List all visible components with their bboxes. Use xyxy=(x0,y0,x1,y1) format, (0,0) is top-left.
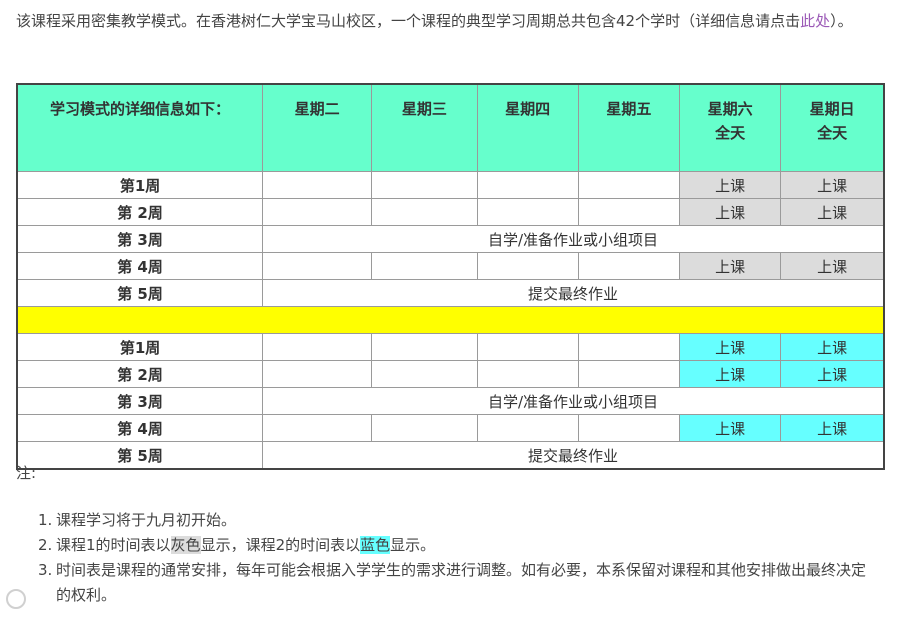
note-text: 课程学习将于九月初开始。 xyxy=(56,511,237,529)
cyan-highlight: 蓝色 xyxy=(360,536,391,554)
details-link[interactable]: 此处 xyxy=(800,12,830,30)
empty-cell xyxy=(371,252,478,280)
table-row: 第 5周 提交最终作业 xyxy=(16,279,885,307)
table-row: 第 5周 提交最终作业 xyxy=(16,441,885,470)
empty-cell xyxy=(371,360,478,388)
class-cell: 上课 xyxy=(678,333,782,361)
header-wednesday: 星期三 xyxy=(371,83,478,172)
class-cell: 上课 xyxy=(780,360,885,388)
note-text-part: 显示。 xyxy=(390,536,436,554)
table-row: 第 4周 上课 上课 xyxy=(16,414,885,442)
empty-cell xyxy=(262,414,373,442)
table-row: 第1周 上课 上课 xyxy=(16,171,885,199)
empty-cell xyxy=(476,360,579,388)
class-cell: 上课 xyxy=(678,198,782,226)
class-cell: 上课 xyxy=(678,360,782,388)
header-sunday-fullday: 全天 xyxy=(817,124,848,142)
table-row: 第 2周 上课 上课 xyxy=(16,198,885,226)
header-saturday-day: 星期六 xyxy=(707,100,753,118)
empty-cell xyxy=(262,171,373,199)
header-sunday-day: 星期日 xyxy=(809,100,855,118)
class-cell: 上课 xyxy=(678,252,782,280)
week-label: 第 4周 xyxy=(16,252,264,280)
header-saturday: 星期六 全天 xyxy=(678,83,782,172)
empty-cell xyxy=(262,360,373,388)
header-tuesday: 星期二 xyxy=(262,83,373,172)
watermark-logo xyxy=(6,588,30,609)
intro-suffix: ）。 xyxy=(830,12,853,30)
empty-cell xyxy=(262,333,373,361)
note-text-part: 显示，课程2的时间表以 xyxy=(200,536,361,554)
table-row: 第 4周 上课 上课 xyxy=(16,252,885,280)
list-item: 3. 时间表是课程的通常安排，每年可能会根据入学学生的需求进行调整。如有必要，本… xyxy=(16,558,876,608)
final-assignment-cell: 提交最终作业 xyxy=(262,441,885,470)
self-study-cell: 自学/准备作业或小组项目 xyxy=(262,225,885,253)
empty-cell xyxy=(577,333,680,361)
list-item: 2. 课程1的时间表以灰色显示，课程2的时间表以蓝色显示。 xyxy=(16,533,876,558)
week-label: 第 4周 xyxy=(16,414,264,442)
empty-cell xyxy=(577,198,680,226)
table-header-row: 学习模式的详细信息如下： 星期二 星期三 星期四 星期五 星期六全天 星期日全天 xyxy=(16,83,885,172)
notes-label: 注: xyxy=(16,464,37,482)
schedule-table: 学习模式的详细信息如下： 星期二 星期三 星期四 星期五 星期六全天 星期日全天… xyxy=(16,83,885,470)
class-cell: 上课 xyxy=(780,171,885,199)
week-label: 第 5周 xyxy=(16,279,264,307)
gray-highlight: 灰色 xyxy=(170,536,201,554)
header-thursday: 星期四 xyxy=(476,83,579,172)
empty-cell xyxy=(476,414,579,442)
header-friday: 星期五 xyxy=(577,83,680,172)
table-row: 第1周 上课 上课 xyxy=(16,333,885,361)
empty-cell xyxy=(577,171,680,199)
empty-cell xyxy=(262,198,373,226)
note-text: 时间表是课程的通常安排，每年可能会根据入学学生的需求进行调整。如有必要，本系保留… xyxy=(56,561,867,604)
week-label: 第 5周 xyxy=(16,441,264,470)
empty-cell xyxy=(371,333,478,361)
note-number: 3. xyxy=(38,561,53,579)
week-label: 第 3周 xyxy=(16,387,264,415)
intro-paragraph: 该课程采用密集教学模式。在香港树仁大学宝马山校区，一个课程的典型学习周期总共包含… xyxy=(16,8,884,34)
self-study-cell: 自学/准备作业或小组项目 xyxy=(262,387,885,415)
list-item: 1. 课程学习将于九月初开始。 xyxy=(16,508,876,533)
note-number: 2. xyxy=(38,536,53,554)
watermark-icon xyxy=(6,588,26,609)
class-cell: 上课 xyxy=(780,333,885,361)
empty-cell xyxy=(577,414,680,442)
empty-cell xyxy=(371,414,478,442)
header-sunday: 星期日 全天 xyxy=(780,83,885,172)
empty-cell xyxy=(476,252,579,280)
table-row: 第 3周 自学/准备作业或小组项目 xyxy=(16,387,885,415)
notes-list: 1. 课程学习将于九月初开始。 2. 课程1的时间表以灰色显示，课程2的时间表以… xyxy=(16,508,876,608)
week-label: 第 3周 xyxy=(16,225,264,253)
note-number: 1. xyxy=(38,511,53,529)
empty-cell xyxy=(577,360,680,388)
empty-cell xyxy=(476,198,579,226)
empty-cell xyxy=(476,171,579,199)
empty-cell xyxy=(577,252,680,280)
class-cell: 上课 xyxy=(780,198,885,226)
empty-cell xyxy=(371,198,478,226)
final-assignment-cell: 提交最终作业 xyxy=(262,279,885,307)
empty-cell xyxy=(262,252,373,280)
empty-cell xyxy=(476,333,579,361)
week-label: 第 2周 xyxy=(16,198,264,226)
empty-cell xyxy=(371,171,478,199)
class-cell: 上课 xyxy=(678,414,782,442)
note-text-part: 课程1的时间表以 xyxy=(56,536,171,554)
class-cell: 上课 xyxy=(678,171,782,199)
class-cell: 上课 xyxy=(780,252,885,280)
separator-row xyxy=(16,306,885,334)
header-mode-details: 学习模式的详细信息如下： xyxy=(16,83,264,172)
header-saturday-fullday: 全天 xyxy=(715,124,746,142)
note-text: 课程1的时间表以灰色显示，课程2的时间表以蓝色显示。 xyxy=(40,533,876,558)
week-label: 第1周 xyxy=(16,171,264,199)
separator-cell xyxy=(16,306,885,334)
week-label: 第 2周 xyxy=(16,360,264,388)
table-row: 第 2周 上课 上课 xyxy=(16,360,885,388)
week-label: 第1周 xyxy=(16,333,264,361)
class-cell: 上课 xyxy=(780,414,885,442)
table-row: 第 3周 自学/准备作业或小组项目 xyxy=(16,225,885,253)
intro-text: 该课程采用密集教学模式。在香港树仁大学宝马山校区，一个课程的典型学习周期总共包含… xyxy=(16,12,801,30)
